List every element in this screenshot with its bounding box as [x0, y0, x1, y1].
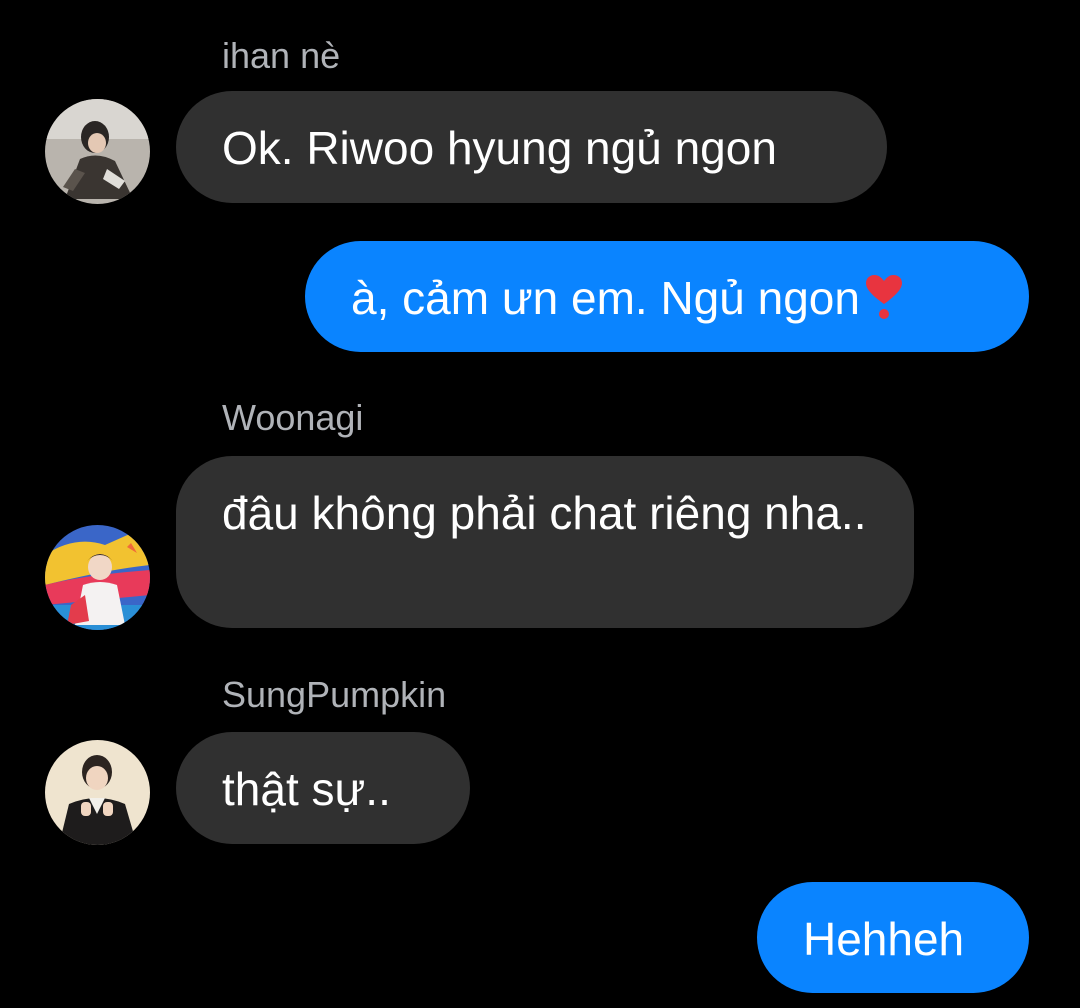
user-avatar-1[interactable] [45, 99, 150, 204]
message-bubble-outgoing[interactable]: Hehheh [757, 882, 1029, 993]
avatar-image [45, 525, 150, 630]
message-text: đâu không phải chat riêng nha.. [222, 487, 867, 539]
user-avatar-2[interactable] [45, 525, 150, 630]
avatar-image [45, 99, 150, 204]
message-text: Ok. Riwoo hyung ngủ ngon [222, 122, 777, 174]
message-bubble[interactable]: Ok. Riwoo hyung ngủ ngon [176, 91, 887, 203]
user-avatar-3[interactable] [45, 740, 150, 845]
heart-exclamation-icon [864, 271, 904, 319]
message-text: Hehheh [803, 913, 965, 965]
message-bubble[interactable]: thật sự.. [176, 732, 470, 844]
message-text: à, cảm ưn em. Ngủ ngon [351, 272, 860, 324]
sender-name: Woonagi [222, 397, 364, 438]
message-bubble[interactable]: đâu không phải chat riêng nha.. [176, 456, 914, 628]
avatar-image [45, 740, 150, 845]
message-bubble-outgoing[interactable]: à, cảm ưn em. Ngủ ngon [305, 241, 1029, 352]
message-text: thật sự.. [222, 763, 391, 815]
sender-name: ihan nè [222, 35, 341, 76]
sender-name: SungPumpkin [222, 674, 447, 715]
